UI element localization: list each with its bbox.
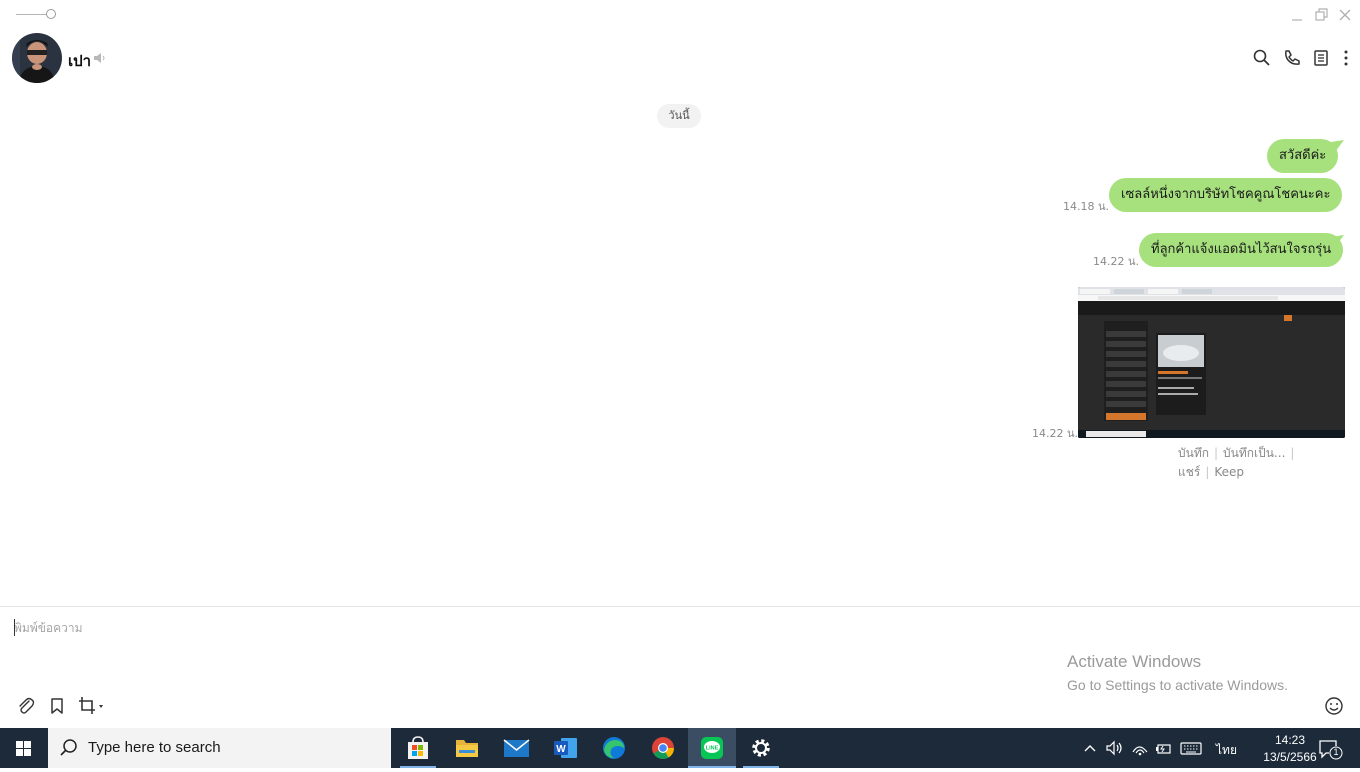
search-icon (60, 739, 77, 756)
share-link[interactable]: แชร์ (1178, 465, 1200, 479)
notification-center-icon[interactable] (1318, 737, 1344, 761)
emoji-icon[interactable] (1324, 696, 1344, 716)
speaker-mute-icon (92, 50, 106, 64)
message-bubble[interactable]: สวัสดีค่ะ (1267, 139, 1339, 173)
chrome-icon[interactable] (639, 728, 687, 768)
clock-date[interactable]: 13/5/2566 (1256, 750, 1324, 764)
bookmark-icon[interactable] (47, 696, 67, 716)
image-actions: บันทึก | บันทึกเป็น... |แชร์ | Keep (1178, 446, 1295, 479)
save-as-link[interactable]: บันทึกเป็น... (1223, 446, 1285, 460)
notification-count: 1 (1333, 747, 1339, 757)
save-link[interactable]: บันทึก (1178, 446, 1209, 460)
screen-capture-icon[interactable] (78, 696, 106, 716)
minimize-icon[interactable] (1288, 6, 1306, 24)
zoom-slider-knob[interactable] (46, 9, 56, 19)
zoom-slider-track[interactable] (16, 14, 50, 15)
avatar[interactable] (12, 33, 62, 83)
activate-windows-subtitle: Go to Settings to activate Windows. (1067, 677, 1288, 693)
notes-icon[interactable] (1311, 48, 1331, 68)
message-time: 14.22 น. (1032, 427, 1079, 440)
bubble-tail (1331, 139, 1344, 152)
show-hidden-icons-icon[interactable] (1082, 738, 1098, 758)
bubble-tail (1331, 234, 1344, 247)
message-time: 14.22 น. (1093, 255, 1140, 268)
composer-divider (0, 606, 1360, 607)
close-icon[interactable] (1336, 6, 1354, 24)
volume-icon[interactable] (1104, 738, 1124, 758)
screenshot-image[interactable] (1078, 287, 1345, 438)
battery-icon[interactable] (1154, 738, 1174, 758)
line-app-icon[interactable]: LINE (688, 728, 736, 768)
svg-text:LINE: LINE (706, 746, 719, 752)
mail-icon[interactable] (492, 728, 540, 768)
settings-icon[interactable] (737, 728, 785, 768)
input-language[interactable]: ไทย (1216, 741, 1237, 760)
windows-start-icon[interactable] (0, 728, 48, 768)
text-caret (14, 619, 15, 636)
keyboard-icon[interactable] (1179, 738, 1203, 758)
attach-file-icon[interactable] (16, 696, 36, 716)
date-divider: วันนี้ (657, 104, 701, 128)
message-bubble[interactable]: ที่ลูกค้าแจ้งแอดมินไว้สนใจรถรุ่น (1139, 233, 1344, 267)
activate-windows-title: Activate Windows (1067, 652, 1202, 671)
microsoft-store-icon[interactable] (394, 728, 442, 768)
svg-text:W: W (556, 744, 566, 755)
contact-name: เปา (68, 52, 92, 70)
clock-time[interactable]: 14:23 (1262, 733, 1318, 747)
message-time: 14.18 น. (1063, 200, 1110, 213)
phone-icon[interactable] (1282, 48, 1302, 68)
file-explorer-icon[interactable] (443, 728, 491, 768)
word-icon[interactable]: W (541, 728, 589, 768)
edge-icon[interactable] (590, 728, 638, 768)
message-bubble[interactable]: เซลล์หนึ่งจากบริษัทโชคคูณโชคนะคะ (1109, 178, 1343, 212)
restore-icon[interactable] (1312, 6, 1330, 24)
search-icon[interactable] (1252, 48, 1272, 68)
more-options-icon[interactable] (1336, 48, 1356, 68)
taskbar-search-placeholder: Type here to search (88, 739, 221, 756)
keep-link[interactable]: Keep (1214, 465, 1244, 479)
message-input[interactable] (14, 618, 914, 638)
wifi-icon[interactable] (1130, 738, 1150, 758)
